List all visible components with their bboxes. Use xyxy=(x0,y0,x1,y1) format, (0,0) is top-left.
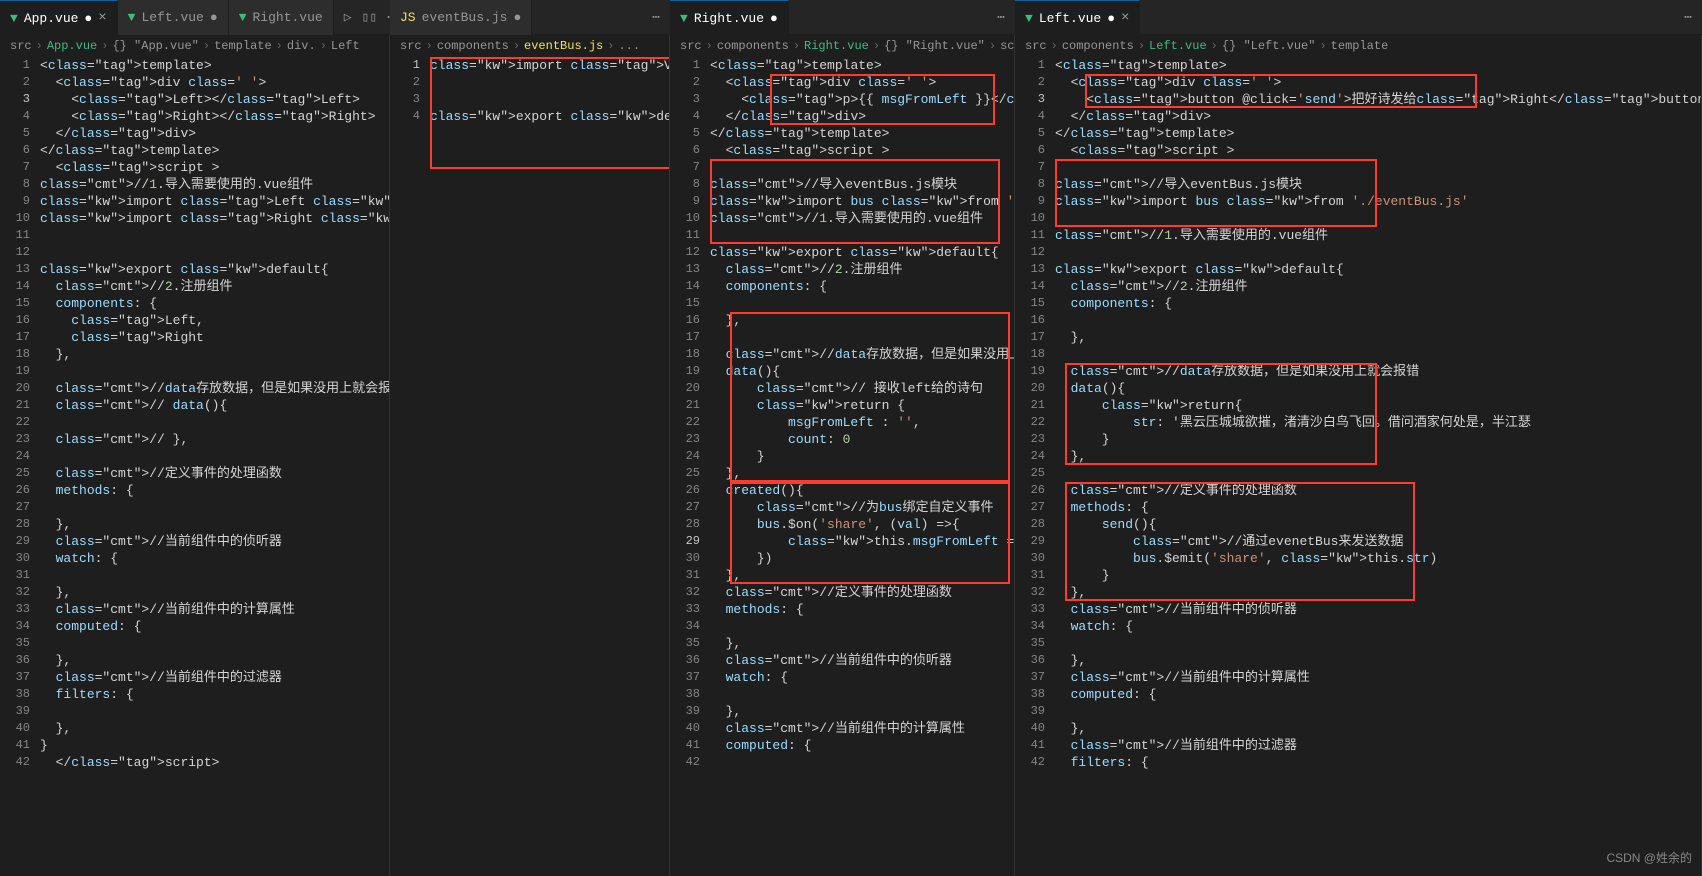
line-gutter: 1234 xyxy=(390,57,430,876)
tab-label: eventBus.js xyxy=(422,10,508,25)
tab-label: Left.vue xyxy=(141,10,203,25)
vue-icon: ▼ xyxy=(680,11,688,26)
tab-modified-dot: ● xyxy=(770,11,778,26)
breadcrumb[interactable]: src› App.vue› {} "App.vue"› template› di… xyxy=(0,35,389,57)
more-icon[interactable]: ⋯ xyxy=(997,10,1005,25)
code-area[interactable]: class="kw">import class="tag">Vue class=… xyxy=(430,57,669,876)
more-icon[interactable]: ⋯ xyxy=(652,10,660,25)
tab-left-vue-2[interactable]: ▼ Left.vue ● × xyxy=(1015,0,1140,35)
vue-icon: ▼ xyxy=(10,11,18,26)
pane-app: src› App.vue› {} "App.vue"› template› di… xyxy=(0,35,390,876)
tab-modified-dot: ● xyxy=(210,10,218,25)
tab-group-3: ▼ Right.vue ● ⋯ xyxy=(670,0,1015,34)
tab-right-vue-2[interactable]: ▼ Right.vue ● xyxy=(670,0,789,35)
tab-modified-dot: ● xyxy=(513,10,521,25)
editor-body[interactable]: 1234567891011121314151617181920212223242… xyxy=(670,57,1014,876)
breadcrumb[interactable]: src› components› eventBus.js› ... xyxy=(390,35,669,57)
tabs-row: ▼ App.vue ● × ▼ Left.vue ● ▼ Right.vue ▷… xyxy=(0,0,1702,35)
tab-group-4: ▼ Left.vue ● × ⋯ xyxy=(1015,0,1702,34)
breadcrumb[interactable]: src› components› Right.vue› {} "Right.vu… xyxy=(670,35,1014,57)
breadcrumb[interactable]: src› components› Left.vue› {} "Left.vue"… xyxy=(1015,35,1701,57)
editor-body[interactable]: 1234 class="kw">import class="tag">Vue c… xyxy=(390,57,669,876)
tab-label: App.vue xyxy=(24,11,79,26)
tab-modified-dot: ● xyxy=(1107,11,1115,26)
split-icon[interactable]: ▯▯ xyxy=(362,10,378,25)
watermark: CSDN @姓余的 xyxy=(1606,849,1692,866)
code-area[interactable]: <class="tag">template> <class="tag">div … xyxy=(1055,57,1701,876)
code-area[interactable]: <class="tag">template> <class="tag">div … xyxy=(710,57,1014,876)
tab-app-vue[interactable]: ▼ App.vue ● × xyxy=(0,0,118,35)
vue-icon: ▼ xyxy=(1025,11,1033,26)
tab-group-1: ▼ App.vue ● × ▼ Left.vue ● ▼ Right.vue ▷… xyxy=(0,0,390,34)
vue-icon: ▼ xyxy=(128,10,136,25)
js-icon: JS xyxy=(400,10,416,25)
close-icon[interactable]: × xyxy=(1121,10,1129,26)
tab-eventbus-js[interactable]: JS eventBus.js ● xyxy=(390,0,532,35)
editor-panes: src› App.vue› {} "App.vue"› template› di… xyxy=(0,35,1702,876)
tab-left-vue[interactable]: ▼ Left.vue ● xyxy=(118,0,229,35)
line-gutter: 1234567891011121314151617181920212223242… xyxy=(670,57,710,876)
tab-group-2: JS eventBus.js ● ⋯ xyxy=(390,0,670,34)
pane-eventbus: src› components› eventBus.js› ... 1234 c… xyxy=(390,35,670,876)
line-gutter: 1234567891011121314151617181920212223242… xyxy=(0,57,40,876)
tab-right-vue[interactable]: ▼ Right.vue xyxy=(229,0,334,35)
pane-right: src› components› Right.vue› {} "Right.vu… xyxy=(670,35,1015,876)
tab-modified-dot: ● xyxy=(84,11,92,26)
code-area[interactable]: <class="tag">template> <class="tag">div … xyxy=(40,57,389,876)
line-gutter: 1234567891011121314151617181920212223242… xyxy=(1015,57,1055,876)
run-icon[interactable]: ▷ xyxy=(344,10,352,25)
tab-label: Right.vue xyxy=(253,10,323,25)
pane-left: src› components› Left.vue› {} "Left.vue"… xyxy=(1015,35,1702,876)
vue-icon: ▼ xyxy=(239,10,247,25)
editor-body[interactable]: 1234567891011121314151617181920212223242… xyxy=(1015,57,1701,876)
more-icon[interactable]: ⋯ xyxy=(1684,10,1692,25)
editor-body[interactable]: 1234567891011121314151617181920212223242… xyxy=(0,57,389,876)
tab-label: Left.vue xyxy=(1039,11,1101,26)
tab-label: Right.vue xyxy=(694,11,764,26)
close-icon[interactable]: × xyxy=(98,10,106,26)
